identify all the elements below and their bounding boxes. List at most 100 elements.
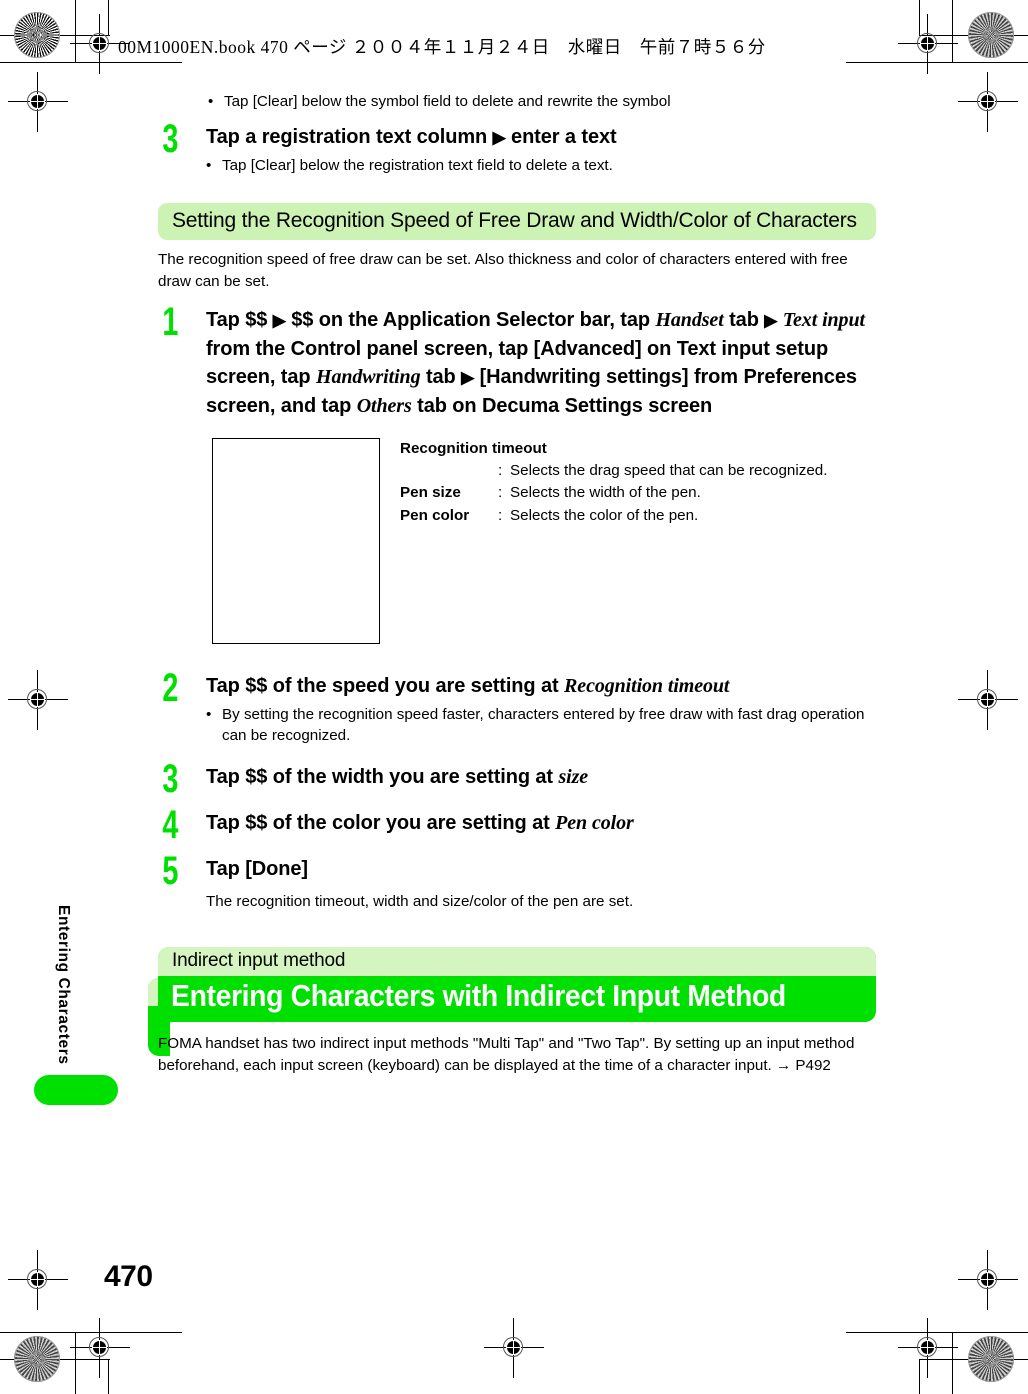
step-title-emphasis-handset: Handset: [655, 309, 724, 332]
step-title: Tap $$ of the width you are setting at s…: [206, 763, 876, 791]
chapter-thumb-label: Entering Characters: [55, 905, 72, 1065]
print-slug-line: 00M1000EN.book 470 ページ ２００４年１１月２４日 水曜日 午…: [118, 37, 766, 57]
step-title-emphasis: Recognition timeout: [564, 675, 730, 698]
legend-term: Pen size: [400, 484, 461, 502]
step-body: Tap a registration text column ▶ enter a…: [206, 123, 876, 177]
step-number: 3: [162, 757, 179, 802]
step-title-emphasis: size: [558, 766, 589, 789]
step-1: 1 Tap $$ ▶ $$ on the Application Selecto…: [158, 300, 876, 420]
step-3-top: 3 Tap a registration text column ▶ enter…: [158, 116, 876, 177]
color-registration-starburst-top-right: [968, 12, 1014, 58]
step-number: 1: [162, 300, 179, 345]
legend-heading: Recognition timeout: [400, 440, 547, 458]
legend-term: Pen color: [400, 506, 470, 524]
step-title-part-7: tab on Decuma Settings screen: [417, 394, 713, 417]
legend-term: [400, 460, 498, 482]
legend-row: Pen size : Selects the width of the pen.: [400, 482, 876, 504]
step-title-emphasis: Pen color: [555, 812, 634, 835]
step-title-emphasis-others: Others: [356, 394, 412, 417]
legend-description: Selects the drag speed that can be recog…: [510, 462, 828, 480]
step-title-part-1: Tap $$ of the color you are setting at: [206, 812, 550, 835]
step-title-part-1: Tap $$: [206, 309, 268, 332]
step-title-part-2: $$ on the Application Selector bar, tap: [291, 309, 650, 332]
step-title-part-1: Tap $$ of the width you are setting at: [206, 766, 553, 789]
legend-description: Selects the color of the pen.: [510, 506, 699, 524]
step-number: 4: [162, 803, 179, 848]
crop-mark-bottom-left-v: [75, 1332, 77, 1394]
legend-colon: :: [498, 484, 503, 502]
bullet-icon: •: [208, 93, 214, 110]
step-title-emphasis-handwriting: Handwriting: [315, 366, 421, 389]
step-number: 5: [162, 848, 179, 893]
registration-mark-upper-left: [8, 72, 68, 132]
document-page: 00M1000EN.book 470 ページ ２００４年１１月２４日 水曜日 午…: [0, 0, 1028, 1394]
step-title: Tap $$ of the speed you are setting at R…: [206, 672, 876, 700]
step-title: Tap $$ ▶ $$ on the Application Selector …: [206, 306, 876, 420]
step-body: Tap $$ of the color you are setting at P…: [206, 809, 876, 837]
step-result-text: The recognition timeout, width and size/…: [206, 893, 634, 911]
bullet-icon: •: [206, 157, 212, 175]
registration-mark-lower-right: [958, 1250, 1018, 1310]
legend-colon: :: [498, 462, 503, 480]
color-registration-starburst-bottom-right: [968, 1336, 1014, 1382]
content-column: • Tap [Clear] below the symbol field to …: [158, 92, 876, 1076]
step-body: Tap $$ of the width you are setting at s…: [206, 763, 876, 791]
registration-mark-middle-right: [958, 670, 1018, 730]
legend-description: Selects the width of the pen.: [510, 484, 701, 502]
step-5: 5 Tap [Done] The recognition timeout, wi…: [158, 848, 876, 913]
step-number: 2: [162, 666, 179, 711]
chapter-banner-kicker: Indirect input method: [158, 947, 876, 977]
list-item: • Tap [Clear] below the registration tex…: [206, 156, 876, 177]
bullet-icon: •: [206, 706, 212, 724]
list-item: • By setting the recognition speed faste…: [206, 705, 876, 747]
section-intro-text: The recognition speed of free draw can b…: [158, 251, 848, 290]
list-item-text: By setting the recognition speed faster,…: [222, 706, 865, 745]
chapter-intro-text: FOMA handset has two indirect input meth…: [158, 1035, 855, 1074]
color-registration-starburst-bottom-left: [14, 1336, 60, 1382]
legend-colon: :: [498, 506, 503, 524]
step-title-part-5: tab: [425, 366, 456, 389]
decuma-settings-screen-figure: [212, 438, 380, 645]
step-title-part-1: Tap a registration text column: [206, 125, 488, 148]
figure-and-legend-row: Recognition timeout : Selects the drag s…: [158, 438, 876, 645]
step-3: 3 Tap $$ of the width you are setting at…: [158, 757, 876, 802]
list-item: • Tap [Clear] below the symbol field to …: [158, 92, 876, 113]
color-registration-starburst-top-left: [14, 12, 60, 58]
section-heading-bar: Setting the Recognition Speed of Free Dr…: [158, 203, 876, 241]
step-4: 4 Tap $$ of the color you are setting at…: [158, 803, 876, 848]
step-title: Tap $$ of the color you are setting at P…: [206, 809, 876, 837]
step-title-part-2: enter a text: [511, 125, 617, 148]
crop-mark-top-right-v: [952, 0, 954, 62]
registration-mark-bottom-center: [484, 1318, 544, 1378]
registration-mark-bottom-center-right: [898, 1318, 958, 1378]
chapter-banner-title: Entering Characters with Indirect Input …: [158, 976, 826, 1023]
arrow-right-icon: ▶: [492, 127, 506, 147]
arrow-right-icon: ▶: [272, 311, 286, 331]
list-item-text: Tap [Clear] below the registration text …: [222, 157, 613, 175]
step-body: Tap $$ ▶ $$ on the Application Selector …: [206, 306, 876, 420]
registration-mark-lower-left: [8, 1250, 68, 1310]
crop-mark-top-left-v: [75, 0, 77, 62]
page-number: 470: [104, 1260, 153, 1293]
step-title: Tap a registration text column ▶ enter a…: [206, 123, 876, 151]
crop-mark-bottom-right-v: [952, 1332, 954, 1394]
step-title-part-3: tab: [729, 309, 759, 332]
arrow-right-icon: ▶: [764, 311, 778, 331]
step-body: Tap [Done] The recognition timeout, widt…: [206, 855, 876, 913]
chapter-banner: Indirect input method Entering Character…: [158, 947, 876, 1023]
legend-definition-list: Recognition timeout : Selects the drag s…: [400, 438, 876, 644]
chapter-thumb-tab: [34, 1075, 118, 1105]
registration-mark-top-center-left: [70, 14, 130, 74]
registration-mark-middle-left: [8, 670, 68, 730]
registration-mark-bottom-center-left: [70, 1318, 130, 1378]
registration-mark-top-center-right: [898, 14, 958, 74]
legend-row: Pen color : Selects the color of the pen…: [400, 505, 876, 527]
step-number: 3: [162, 116, 179, 161]
legend-row: : Selects the drag speed that can be rec…: [400, 460, 876, 482]
step-title-part-1: Tap $$ of the speed you are setting at: [206, 675, 559, 698]
step-title-emphasis-text-input: Text input: [782, 309, 865, 332]
step-2: 2 Tap $$ of the speed you are setting at…: [158, 666, 876, 747]
arrow-right-icon: ▶: [461, 368, 475, 388]
step-title: Tap [Done]: [206, 857, 308, 880]
step-body: Tap $$ of the speed you are setting at R…: [206, 672, 876, 747]
